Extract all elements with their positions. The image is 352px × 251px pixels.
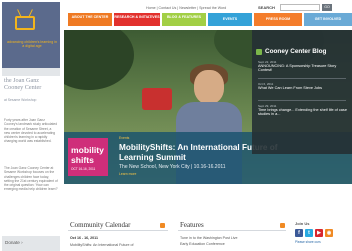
blog-entry[interactable]: Sept 22, 2011 ANNOUNCING: A Sponsorship … — [258, 60, 350, 73]
sidebar-bottom-bar[interactable]: Donate › — [2, 236, 60, 251]
rss-feed-icon[interactable]: ◉ — [325, 229, 333, 237]
share-link[interactable]: Please share ours — [295, 240, 321, 244]
nav-blog-features[interactable]: BLOG & FEATURES — [162, 13, 206, 26]
tv-icon — [15, 16, 35, 30]
nav-events[interactable]: EVENTS — [208, 13, 252, 26]
org-subtitle: at Sesame Workshop — [4, 98, 37, 102]
calendar-rss-icon[interactable] — [160, 223, 165, 228]
device-in-hands — [142, 88, 172, 110]
features-text-1[interactable]: Tune in to the Washington Post Live — [180, 236, 237, 240]
rss-icon[interactable] — [256, 49, 262, 55]
twitter-icon[interactable]: t — [305, 229, 313, 237]
search-input[interactable] — [280, 4, 320, 11]
join-us-label: Join Us — [295, 221, 310, 226]
youtube-icon[interactable]: ▶ — [315, 229, 323, 237]
blog-heading[interactable]: Cooney Center Blog — [265, 48, 326, 55]
left-sidebar: advancing children's learning in a digit… — [0, 0, 62, 251]
nav-press-room[interactable]: PRESS ROOM — [254, 13, 302, 26]
hero-learn-more-link[interactable]: Learn more — [119, 172, 136, 176]
blog-panel: Cooney Center Blog Sept 22, 2011 ANNOUNC… — [252, 30, 352, 154]
hero-kicker: Events — [119, 136, 130, 140]
nav-get-involved[interactable]: GET INVOLVED — [304, 13, 352, 26]
mobilityshifts-logo: mobility shifts OCT 16-16, 2011 — [68, 138, 108, 176]
sidebar-stripe — [2, 68, 60, 76]
search-label: SEARCH — [258, 5, 275, 10]
community-calendar-title[interactable]: Community Calendar — [70, 221, 130, 229]
search-go-button[interactable]: GO — [322, 4, 332, 11]
logo-tagline: advancing children's learning in a digit… — [6, 40, 58, 49]
features-text-2[interactable]: Early Education Conference — [180, 242, 225, 246]
utility-links[interactable]: Home | Contact Us | Newsletter | Spread … — [146, 6, 226, 10]
sidebar-bottom-label[interactable]: Donate › — [5, 240, 23, 245]
cooney-center-logo[interactable]: advancing children's learning in a digit… — [2, 2, 60, 68]
features-rss-icon[interactable] — [280, 223, 285, 228]
blog-entry[interactable]: Oct 6, 2011 What We Can Learn From Steve… — [258, 82, 350, 90]
nav-about-the-center[interactable]: ABOUT THE CENTER — [68, 13, 112, 26]
features-title[interactable]: Features — [180, 221, 204, 229]
calendar-event-text[interactable]: MobilityShifts: An International Future … — [70, 243, 134, 247]
calendar-event-date: Oct 16 - 16, 2011 — [70, 236, 98, 240]
hero-meta: The New School, New York City | 10.16-16… — [119, 164, 226, 170]
sidebar-mission-text: The Joan Ganz Cooney Center at Sesame Wo… — [4, 166, 58, 192]
org-name: the Joan Ganz Cooney Center — [4, 77, 42, 91]
nav-research-initiatives[interactable]: RESEARCH & INITIATIVES — [114, 13, 160, 26]
facebook-icon[interactable]: f — [295, 229, 303, 237]
sidebar-intro-text: Forty years after Joan Ganz Cooney's lan… — [4, 118, 58, 144]
blog-entry[interactable]: Sept 29, 2011 Time brings change... Exte… — [258, 104, 350, 117]
